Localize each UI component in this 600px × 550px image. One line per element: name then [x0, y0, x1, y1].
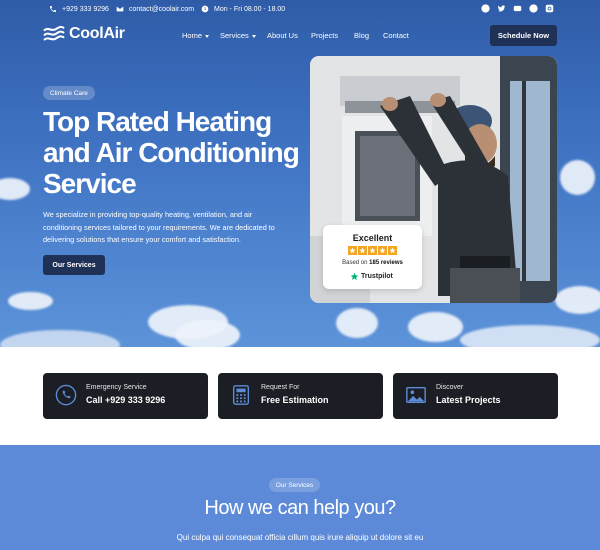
trustpilot-logo: Trustpilot [350, 272, 393, 281]
image-icon [405, 384, 427, 406]
hero-description: We specialize in providing top-quality h… [43, 210, 275, 244]
topbar-hours-text: Mon - Fri 08.00 - 18.00 [214, 5, 286, 13]
nav-blog-label: Blog [354, 31, 370, 40]
topbar-phone[interactable]: +929 333 9296 [49, 5, 109, 13]
services-title: How we can help you? [204, 497, 396, 519]
cloud [560, 160, 595, 195]
instagram-icon[interactable] [545, 4, 554, 13]
our-services-button[interactable]: Our Services [43, 255, 105, 275]
cloud [460, 325, 600, 347]
twitter-icon[interactable] [497, 4, 506, 13]
calculator-icon [230, 384, 252, 406]
feature-value: Call +929 333 9296 [86, 395, 166, 405]
trustpilot-star-icon [350, 272, 359, 280]
features-section: Emergency Service Call +929 333 9296 Req… [0, 347, 600, 445]
star-icon [348, 246, 357, 255]
facebook-icon[interactable] [481, 4, 490, 13]
review-title: Excellent [352, 233, 393, 243]
topbar-email-text: contact@coolair.com [129, 5, 195, 13]
topbar-hours: Mon - Fri 08.00 - 18.00 [201, 5, 285, 13]
mail-icon [116, 6, 124, 12]
schedule-now-button[interactable]: Schedule Now [490, 25, 557, 46]
hero-section: +929 333 9296 contact@coolair.com Mon - … [0, 0, 600, 347]
feature-label: Request For [261, 384, 300, 391]
wind-icon [43, 25, 65, 41]
nav-projects-label: Projects [311, 31, 339, 40]
nav-contact[interactable]: Contact [383, 31, 409, 40]
hero-title: Top Rated Heating and Air Conditioning S… [43, 106, 300, 199]
phone-icon [55, 384, 77, 406]
nav-blog[interactable]: Blog [354, 31, 369, 40]
star-icon [358, 246, 367, 255]
trustpilot-text: Trustpilot [361, 273, 393, 280]
services-description: Qui culpa qui consequat officia cillum q… [176, 533, 424, 542]
chevron-down-icon [205, 34, 210, 38]
clock-icon [201, 5, 209, 13]
phone-icon [50, 6, 56, 12]
nav-home[interactable]: Home [182, 31, 210, 40]
services-badge: Our Services [269, 478, 320, 492]
cloud [336, 308, 378, 338]
nav-about-label: About Us [267, 31, 298, 40]
nav-home-label: Home [182, 31, 203, 40]
review-count: Based on 185 reviews [323, 260, 422, 266]
logo-text: CoolAir [69, 25, 125, 42]
topbar: +929 333 9296 contact@coolair.com Mon - … [0, 0, 600, 18]
cloud [408, 312, 463, 342]
feature-card-estimation[interactable]: Request For Free Estimation [218, 373, 383, 419]
star-icon [368, 246, 377, 255]
nav-about-us[interactable]: About Us [267, 31, 298, 40]
review-count-prefix: Based on [342, 260, 368, 266]
nav-services-label: Services [220, 31, 249, 40]
star-icon [388, 246, 397, 255]
cloud [555, 286, 600, 314]
nav-services[interactable]: Services [220, 31, 256, 40]
services-section: Our Services How we can help you? Qui cu… [0, 445, 600, 550]
star-rating [348, 246, 398, 256]
pinterest-icon[interactable] [529, 4, 538, 13]
review-card[interactable]: Excellent Based on 185 reviews Trustpilo… [323, 225, 422, 289]
cloud [0, 178, 30, 200]
feature-card-projects[interactable]: Discover Latest Projects [393, 373, 558, 419]
cloud [0, 330, 120, 347]
youtube-icon[interactable] [513, 4, 522, 13]
feature-card-emergency[interactable]: Emergency Service Call +929 333 9296 [43, 373, 208, 419]
feature-value: Latest Projects [436, 395, 501, 405]
feature-value: Free Estimation [261, 395, 329, 405]
feature-label: Emergency Service [86, 384, 147, 391]
cloud [8, 292, 53, 310]
hero-badge: Climate Care [43, 86, 95, 100]
star-icon [378, 246, 387, 255]
nav-projects[interactable]: Projects [311, 31, 338, 40]
logo[interactable]: CoolAir [43, 25, 125, 43]
nav-contact-label: Contact [383, 31, 409, 40]
cloud [175, 320, 240, 347]
chevron-down-icon [251, 34, 256, 38]
feature-label: Discover [436, 384, 464, 391]
review-count-value: 185 reviews [369, 260, 403, 266]
topbar-phone-text: +929 333 9296 [62, 5, 109, 13]
topbar-email[interactable]: contact@coolair.com [116, 5, 194, 13]
